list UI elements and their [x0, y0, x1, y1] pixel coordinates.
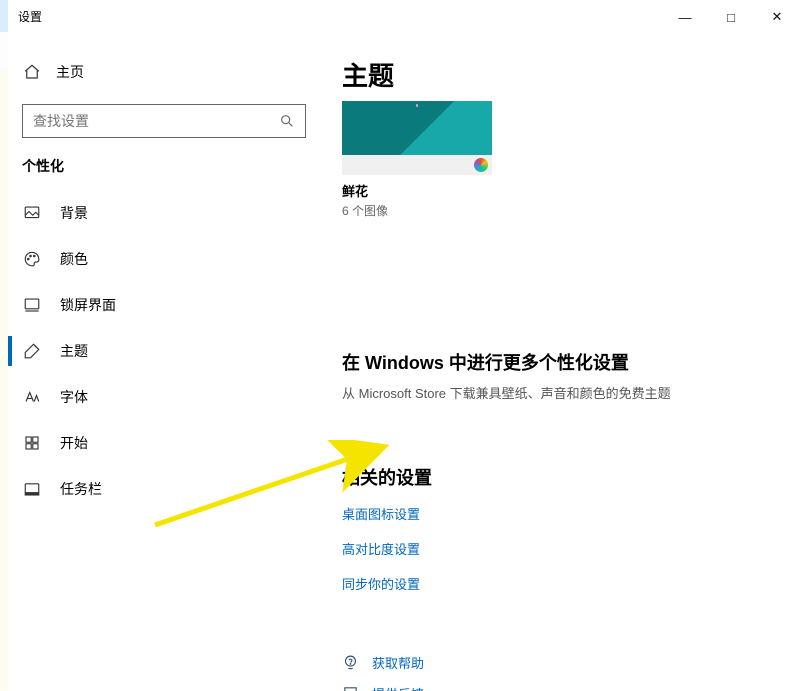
related-settings-heading: 相关的设置	[342, 464, 790, 490]
taskbar-icon	[22, 480, 42, 498]
current-theme-sub: 6 个图像	[342, 202, 790, 219]
window-controls: — □ ✕	[662, 0, 800, 34]
home-icon	[22, 63, 42, 81]
nav-item-background[interactable]: 背景	[8, 190, 320, 236]
current-theme-name: 鲜花	[342, 181, 790, 200]
nav-label: 背景	[60, 203, 88, 223]
nav-label: 主题	[60, 341, 88, 361]
start-icon	[22, 434, 42, 452]
nav-item-lockscreen[interactable]: 锁屏界面	[8, 282, 320, 328]
close-button[interactable]: ✕	[754, 0, 800, 34]
themes-icon	[22, 342, 42, 360]
window-title: 设置	[18, 8, 42, 25]
font-icon	[22, 388, 42, 406]
nav-item-themes[interactable]: 主题	[8, 328, 320, 374]
feedback-label: 提供反馈	[372, 684, 424, 691]
link-get-help[interactable]: 获取帮助	[342, 653, 790, 672]
maximize-button[interactable]: □	[708, 0, 754, 34]
home-row[interactable]: 主页	[8, 52, 320, 92]
search-icon	[279, 113, 295, 129]
nav-item-start[interactable]: 开始	[8, 420, 320, 466]
current-theme-preview[interactable]	[342, 101, 492, 175]
title-bar: 设置 — □ ✕	[0, 0, 800, 34]
link-desktop-icon-settings[interactable]: 桌面图标设置	[342, 504, 790, 523]
nav-item-colors[interactable]: 颜色	[8, 236, 320, 282]
nav-item-taskbar[interactable]: 任务栏	[8, 466, 320, 512]
theme-taskbar-preview	[342, 155, 492, 175]
nav-label: 任务栏	[60, 479, 102, 499]
more-personalization-sub: 从 Microsoft Store 下载兼具壁纸、声音和颜色的免费主题	[342, 383, 790, 402]
colorwheel-icon	[474, 158, 488, 172]
nav-list: 背景 颜色 锁屏界面 主题 字体 开始	[8, 190, 320, 512]
feedback-icon	[342, 685, 360, 691]
section-heading: 个性化	[8, 156, 320, 190]
related-links: 桌面图标设置 高对比度设置 同步你的设置	[342, 504, 790, 593]
minimize-button[interactable]: —	[662, 0, 708, 34]
palette-icon	[22, 250, 42, 268]
more-personalization-heading: 在 Windows 中进行更多个性化设置	[342, 349, 790, 375]
nav-label: 颜色	[60, 249, 88, 269]
support-links: 获取帮助 提供反馈	[342, 653, 790, 691]
sidebar: 主页 个性化 背景 颜色 锁屏界面 主题	[0, 34, 320, 691]
nav-item-fonts[interactable]: 字体	[8, 374, 320, 420]
theme-wallpaper-preview	[342, 101, 492, 155]
home-label: 主页	[56, 62, 84, 82]
page-title: 主题	[342, 56, 790, 93]
help-icon	[342, 654, 360, 671]
nav-label: 开始	[60, 433, 88, 453]
link-high-contrast-settings[interactable]: 高对比度设置	[342, 539, 790, 558]
content-layout: 主页 个性化 背景 颜色 锁屏界面 主题	[0, 34, 800, 691]
link-sync-settings[interactable]: 同步你的设置	[342, 574, 790, 593]
main-content: 主题 鲜花 6 个图像 在 Windows 中进行更多个性化设置 从 Micro…	[320, 34, 800, 691]
help-label: 获取帮助	[372, 653, 424, 672]
image-icon	[22, 204, 42, 222]
nav-label: 字体	[60, 387, 88, 407]
search-box[interactable]	[22, 104, 306, 138]
lockscreen-icon	[22, 296, 42, 314]
nav-label: 锁屏界面	[60, 295, 116, 315]
link-give-feedback[interactable]: 提供反馈	[342, 684, 790, 691]
search-input[interactable]	[33, 113, 279, 129]
